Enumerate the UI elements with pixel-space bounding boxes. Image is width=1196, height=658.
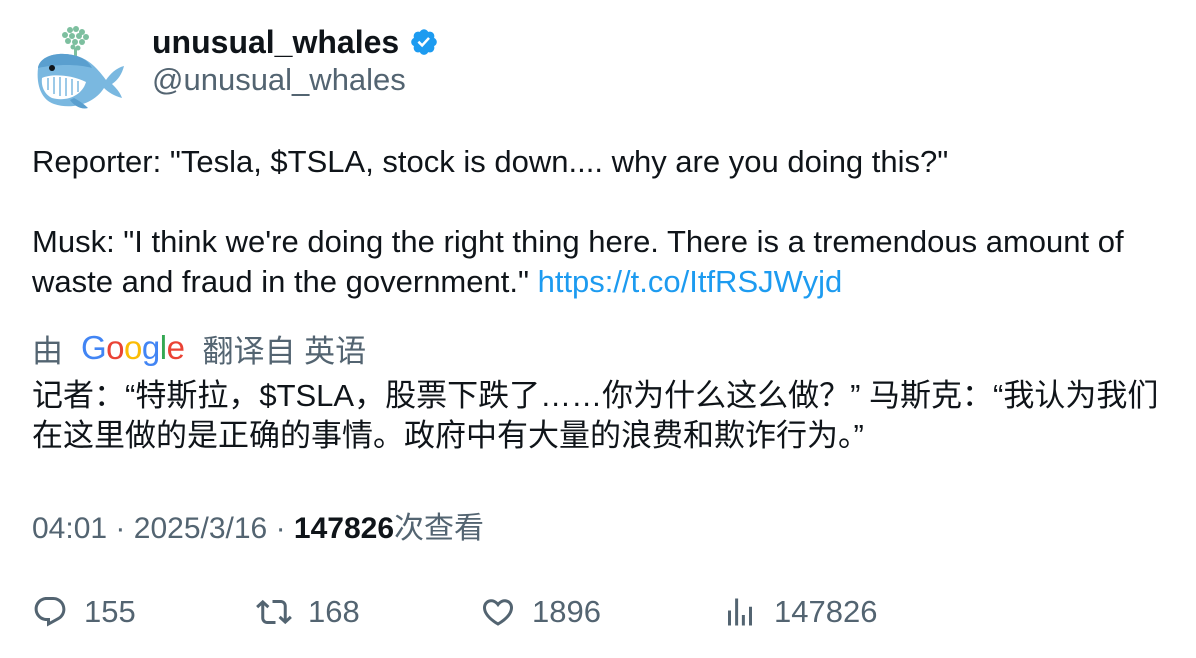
translation-attribution: 由 Google 翻译自 英语	[32, 327, 366, 369]
reply-icon	[34, 597, 66, 627]
tweet-date[interactable]: 2025/3/16	[134, 512, 267, 545]
tweet-line-reporter: Reporter: "Tesla, $TSLA, stock is down..…	[32, 144, 949, 179]
tweet-time[interactable]: 04:01	[32, 512, 107, 545]
reply-button[interactable]: 155	[32, 590, 136, 634]
author-name-row: unusual_whales	[152, 22, 439, 62]
author-display-name[interactable]: unusual_whales	[152, 24, 399, 61]
meta-separator: ·	[115, 512, 126, 545]
verified-badge-icon	[411, 29, 437, 55]
views-count: 147826	[293, 512, 395, 545]
tweet-line-musk: Musk: "I think we're doing the right thi…	[32, 222, 1172, 302]
tweet-link[interactable]: https://t.co/ItfRSJWyjd	[538, 264, 843, 299]
views-label: 次查看	[394, 512, 485, 545]
author-avatar[interactable]	[30, 24, 128, 114]
tweet-text: Reporter: "Tesla, $TSLA, stock is down..…	[32, 142, 1172, 302]
retweet-button[interactable]: 168	[256, 590, 360, 634]
retweet-icon	[256, 599, 292, 625]
heart-icon	[482, 599, 514, 626]
whale-logo-icon	[37, 26, 124, 109]
like-button[interactable]: 1896	[480, 590, 601, 634]
tweet-meta: 04:01 · 2025/3/16 · 147826次查看	[32, 503, 484, 547]
translation-by-label: 由	[32, 333, 63, 369]
reply-count: 155	[84, 594, 136, 629]
views-action-count: 147826	[774, 594, 878, 629]
views-button[interactable]: 147826	[722, 590, 877, 634]
translated-text: 记者：“特斯拉，$TSLA，股票下跌了……你为什么这么做？” 马斯克：“我认为我…	[32, 378, 1159, 453]
bar-chart-icon	[728, 598, 752, 626]
meta-separator: ·	[275, 512, 286, 545]
tweet-actions: 155 168 1896 147826	[32, 590, 1172, 634]
like-count: 1896	[532, 594, 601, 629]
author-handle[interactable]: @unusual_whales	[152, 62, 406, 98]
google-logo: Google	[81, 329, 185, 366]
retweet-count: 168	[308, 594, 360, 629]
translation-source-label[interactable]: 翻译自 英语	[202, 326, 366, 371]
